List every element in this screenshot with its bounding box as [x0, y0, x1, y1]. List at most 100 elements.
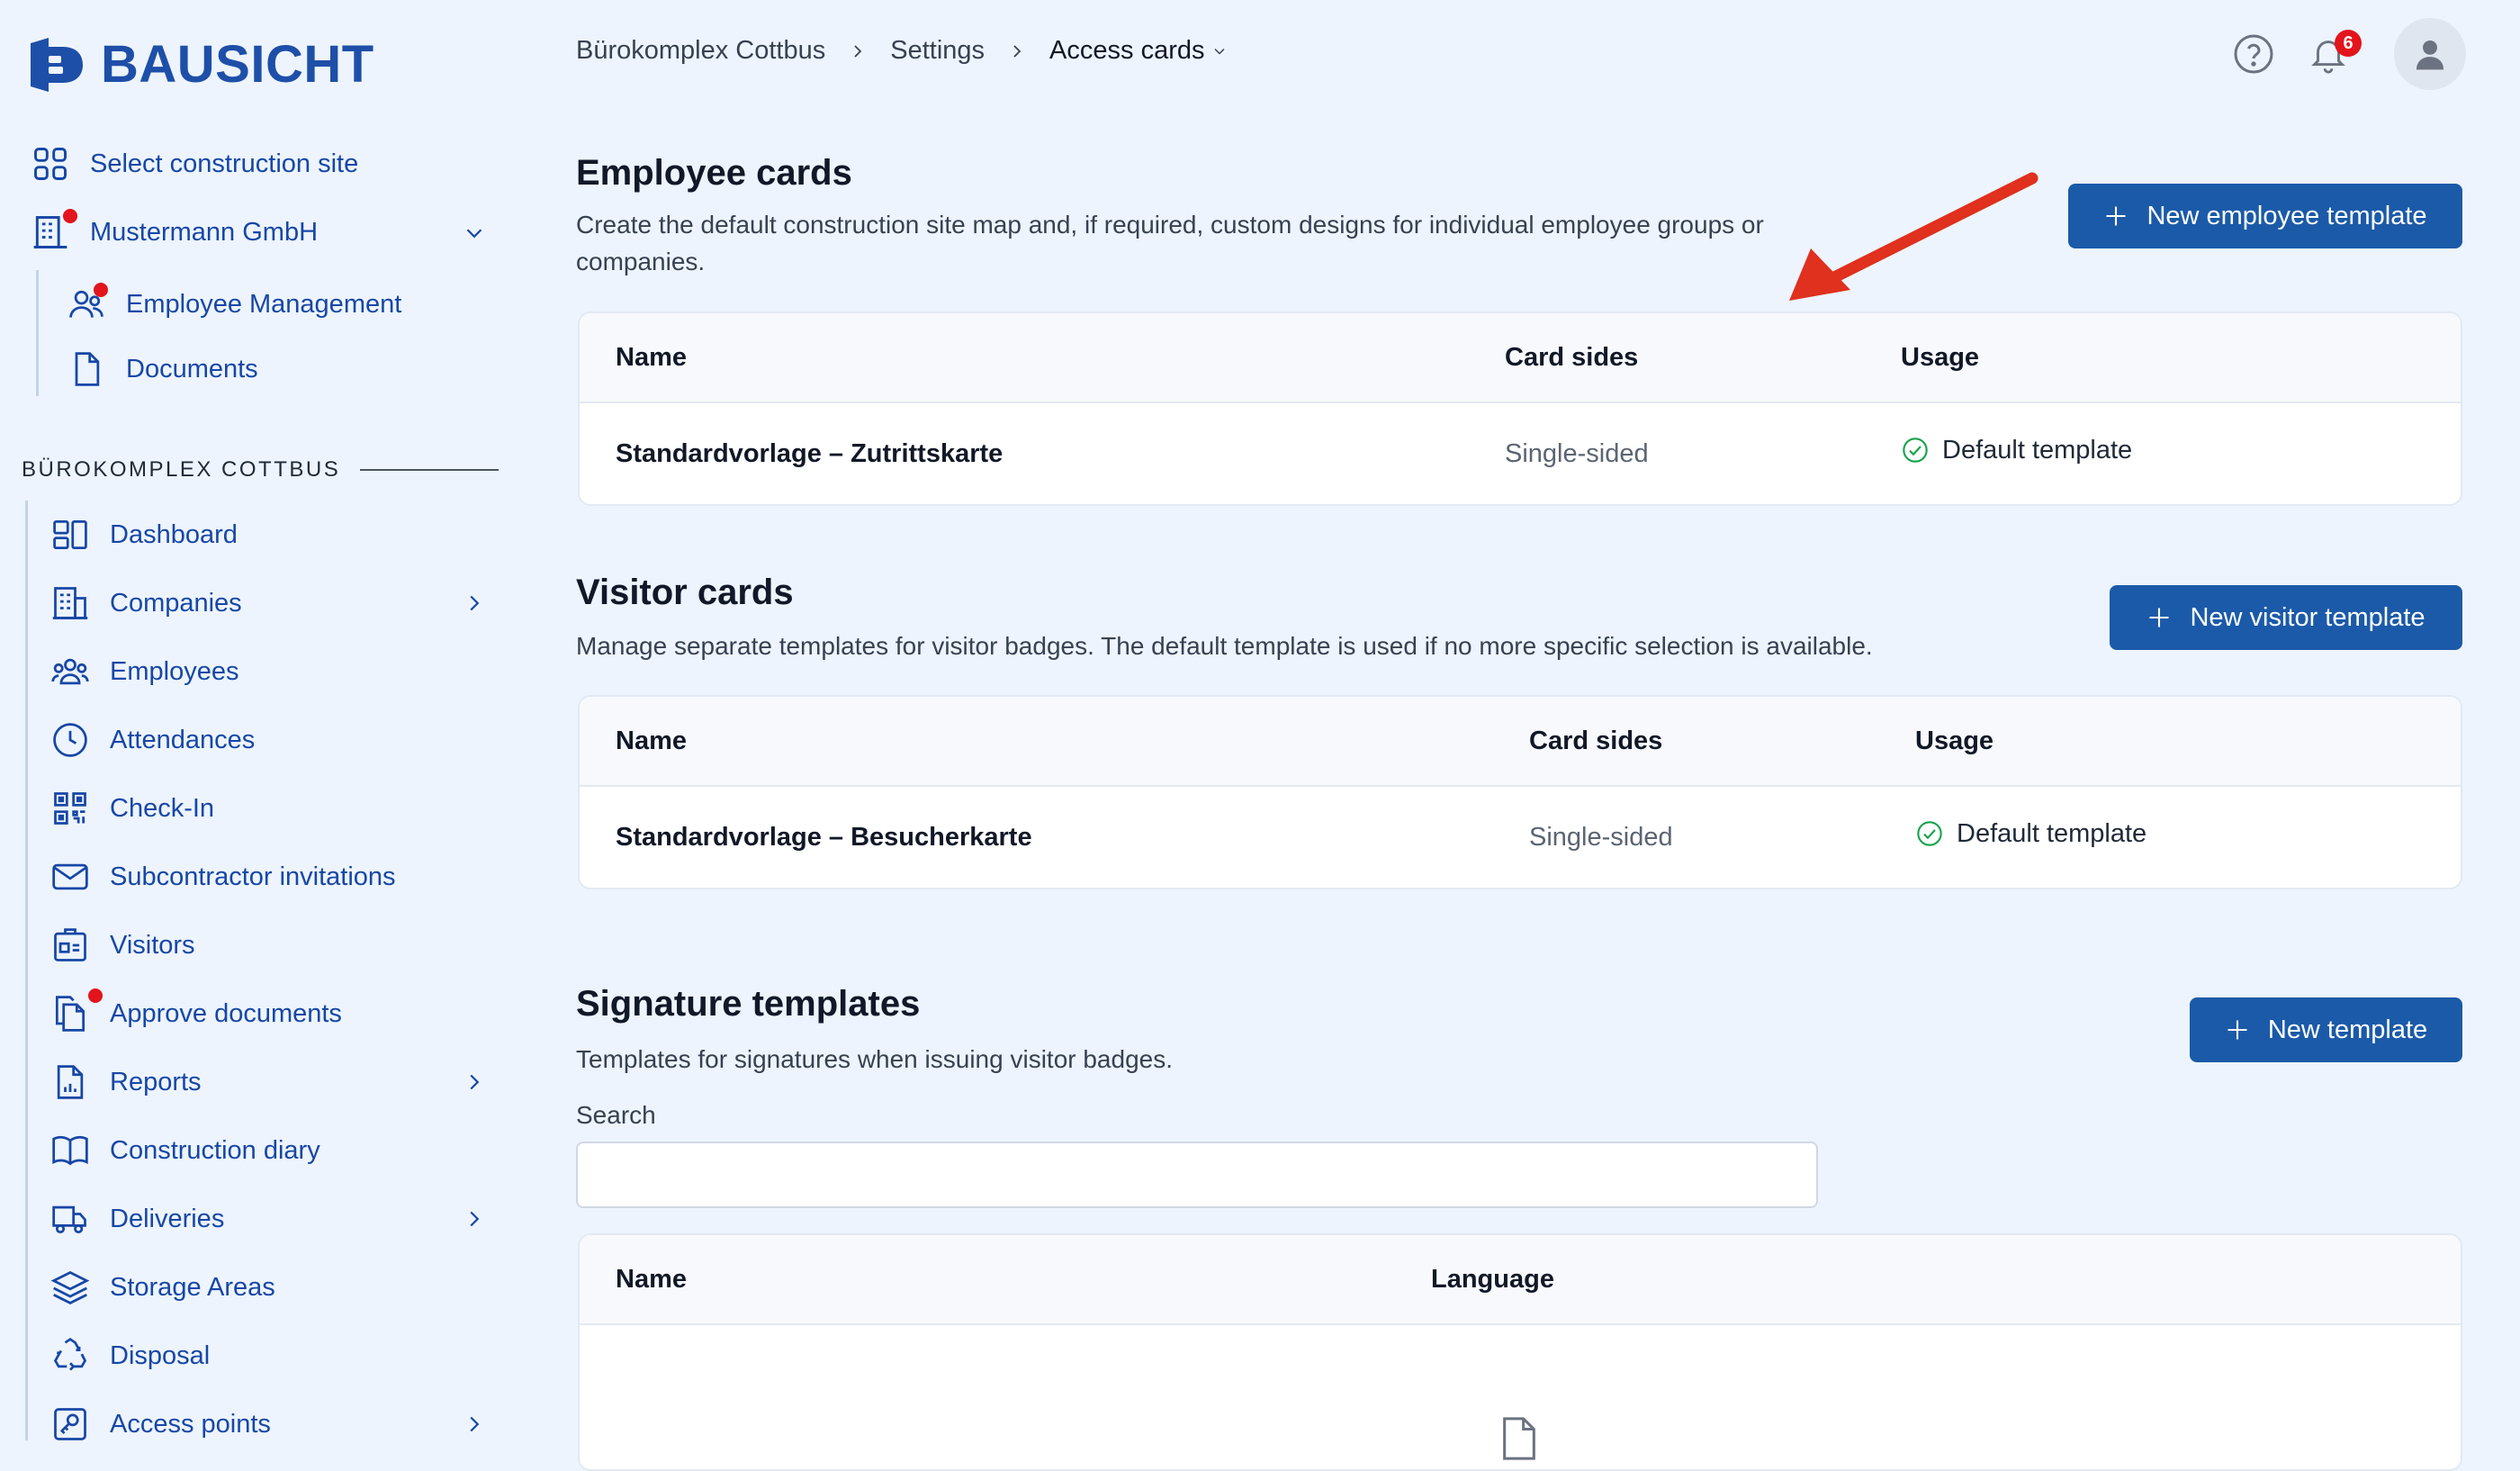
table-header: Name Card sides Usage [580, 313, 2461, 403]
annotation-arrow-icon [1789, 172, 2038, 301]
sidebar-item-approve-documents[interactable]: Approve documents [50, 988, 342, 1033]
check-circle-icon [1903, 438, 1928, 463]
clock-icon [50, 720, 90, 760]
new-template-button[interactable]: New template [2190, 997, 2462, 1062]
header-actions: 6 [2232, 18, 2466, 90]
sidebar-item-documents[interactable]: Documents [67, 349, 258, 389]
layers-icon [50, 1268, 90, 1307]
plus-icon [2149, 608, 2169, 627]
new-employee-template-label: New employee template [2146, 201, 2427, 230]
help-icon[interactable] [2232, 32, 2275, 76]
chevron-right-icon[interactable] [461, 1069, 488, 1096]
column-header-name[interactable]: Name [616, 697, 687, 785]
tree-connector [36, 270, 39, 396]
chevron-right-icon[interactable] [461, 1205, 488, 1232]
usage-label: Default template [1957, 819, 2147, 848]
access-key-icon [50, 1404, 90, 1444]
breadcrumb-current[interactable]: Access cards [1049, 36, 1228, 66]
section-divider [360, 469, 499, 471]
sidebar-item-storage-areas[interactable]: Storage Areas [50, 1268, 275, 1307]
check-circle-icon [1917, 821, 1942, 846]
sidebar-item-subcontractor-invitations[interactable]: Subcontractor invitations [50, 857, 396, 897]
column-header-card-sides[interactable]: Card sides [1505, 313, 1638, 402]
sidebar-item-employee-management[interactable]: Employee Management [67, 283, 401, 324]
template-name[interactable]: Standardvorlage – Besucherkarte [616, 787, 1032, 888]
select-construction-site[interactable]: Select construction site [31, 144, 358, 184]
company-selector[interactable]: Mustermann GmbH [31, 209, 319, 252]
office-building-icon [50, 583, 90, 623]
table-row[interactable]: Standardvorlage – Besucherkarte Single-s… [580, 787, 2461, 888]
sidebar-item-reports[interactable]: Reports [50, 1062, 202, 1102]
usage-value: Default template [1915, 783, 2146, 884]
notification-count-badge: 6 [2335, 30, 2362, 57]
employee-cards-description: Create the default construction site map… [576, 207, 1764, 280]
sidebar-item-label: Deliveries [110, 1204, 225, 1233]
building-icon [31, 209, 77, 252]
visitor-cards-title: Visitor cards [576, 573, 794, 612]
sidebar-item-label: Disposal [110, 1340, 211, 1370]
column-header-language[interactable]: Language [1431, 1235, 1554, 1323]
sidebar-item-construction-diary[interactable]: Construction diary [50, 1131, 320, 1170]
plus-icon [2228, 1020, 2247, 1040]
sidebar-item-label: Visitors [110, 930, 195, 960]
visitor-cards-description: Manage separate templates for visitor ba… [576, 632, 1873, 660]
column-header-name[interactable]: Name [616, 313, 687, 402]
template-name[interactable]: Standardvorlage – Zutrittskarte [616, 403, 1003, 504]
notifications-button[interactable]: 6 [2308, 30, 2362, 75]
brand-logo[interactable]: BAUSICHT [27, 36, 374, 94]
avatar[interactable] [2394, 18, 2466, 90]
usage-value: Default template [1901, 400, 2132, 501]
sidebar-item-check-in[interactable]: Check-In [50, 789, 214, 828]
breadcrumb: Bürokomplex Cottbus Settings Access card… [576, 36, 1228, 66]
envelope-icon [50, 857, 90, 897]
user-group-icon [50, 652, 90, 691]
sidebar-item-dashboard[interactable]: Dashboard [50, 515, 238, 555]
table-row[interactable]: Standardvorlage – Zutrittskarte Single-s… [580, 403, 2461, 504]
site-section-label-text: BÜROKOMPLEX COTTBUS [22, 457, 341, 482]
truck-icon [50, 1199, 90, 1239]
recycle-icon [50, 1336, 90, 1376]
sidebar-item-label: Construction diary [110, 1135, 320, 1165]
chevron-right-icon[interactable] [461, 590, 488, 617]
sidebar-item-label: Attendances [110, 725, 256, 754]
sidebar-item-disposal[interactable]: Disposal [50, 1336, 210, 1376]
document-icon [67, 349, 106, 389]
visitor-cards-table: Name Card sides Usage Standardvorlage – … [578, 695, 2462, 889]
column-header-name[interactable]: Name [616, 1235, 687, 1323]
sidebar-item-label: Companies [110, 588, 242, 618]
chevron-right-icon[interactable] [461, 1411, 488, 1438]
sidebar-item-label: Dashboard [110, 519, 238, 549]
table-header: Name Language [580, 1235, 2461, 1325]
bausicht-logo-icon [31, 38, 83, 92]
chevron-down-icon[interactable] [461, 220, 488, 247]
sidebar-item-access-points[interactable]: Access points [50, 1404, 271, 1444]
table-header: Name Card sides Usage [580, 697, 2461, 787]
site-section-label: BÜROKOMPLEX COTTBUS [22, 457, 499, 483]
sidebar-item-attendances[interactable]: Attendances [50, 720, 255, 760]
employee-cards-table: Name Card sides Usage Standardvorlage – … [578, 311, 2462, 506]
column-header-usage[interactable]: Usage [1915, 697, 1994, 785]
sidebar-item-visitors[interactable]: Visitors [50, 925, 195, 965]
sidebar-item-label: Storage Areas [110, 1272, 275, 1302]
select-construction-site-label: Select construction site [90, 149, 359, 178]
sidebar-item-label: Reports [110, 1067, 202, 1096]
column-header-card-sides[interactable]: Card sides [1529, 697, 1662, 785]
sidebar-item-companies[interactable]: Companies [50, 583, 242, 623]
employee-cards-title: Employee cards [576, 153, 852, 193]
column-header-usage[interactable]: Usage [1901, 313, 1979, 402]
sidebar-item-label: Approve documents [110, 998, 342, 1028]
company-name: Mustermann GmbH [90, 217, 319, 247]
brand-name: BAUSICHT [101, 35, 374, 94]
sidebar-item-label: Employees [110, 656, 239, 686]
new-template-label: New template [2267, 1015, 2428, 1044]
new-visitor-template-button[interactable]: New visitor template [2110, 585, 2462, 650]
sidebar-item-employees[interactable]: Employees [50, 652, 238, 691]
signature-templates-table: Name Language [578, 1233, 2462, 1471]
card-sides-value: Single-sided [1505, 439, 1649, 468]
breadcrumb-site[interactable]: Bürokomplex Cottbus [576, 36, 825, 66]
sidebar-item-deliveries[interactable]: Deliveries [50, 1199, 224, 1239]
breadcrumb-settings[interactable]: Settings [890, 36, 985, 66]
search-input[interactable] [576, 1142, 1818, 1208]
new-employee-template-button[interactable]: New employee template [2068, 184, 2462, 248]
id-badge-icon [50, 925, 90, 965]
